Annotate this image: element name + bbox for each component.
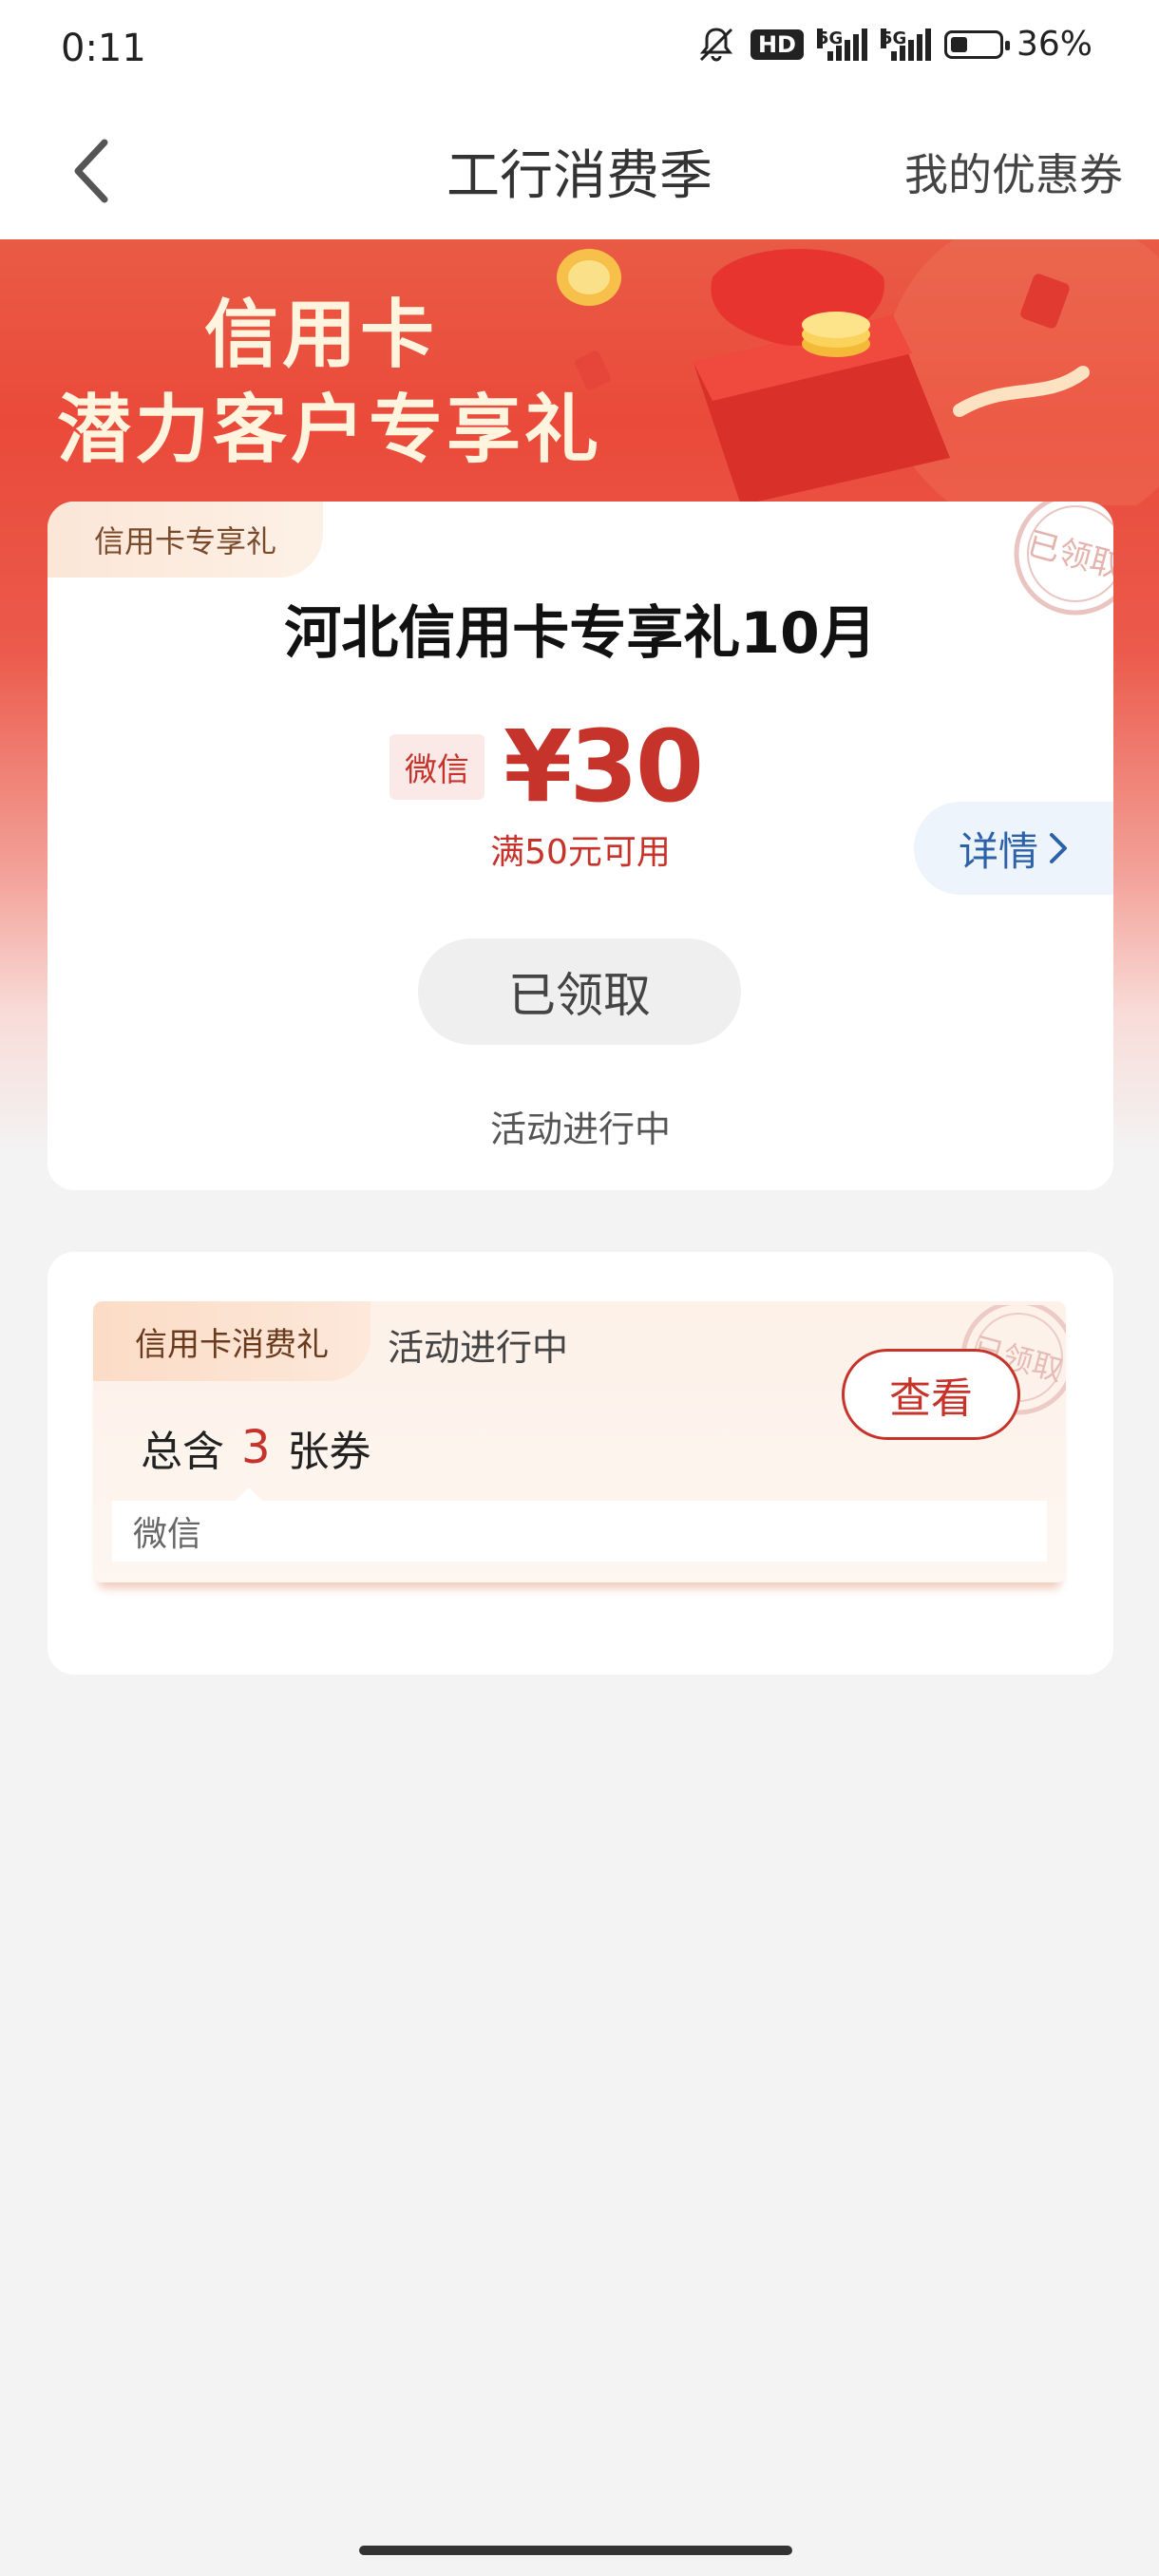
battery-icon <box>943 29 1010 59</box>
count-prefix: 总含 <box>141 1428 224 1476</box>
coupon-title: 河北信用卡专享礼10月 <box>284 600 877 667</box>
details-button[interactable]: 详情 <box>914 802 1113 895</box>
claimed-button[interactable]: 已领取 <box>418 938 741 1045</box>
gift-box-illustration <box>557 239 1159 505</box>
view-button[interactable]: 查看 <box>842 1349 1020 1440</box>
stamp-text: 已领取 <box>1023 524 1113 586</box>
pointer-arrow <box>236 1487 262 1501</box>
channel-strip: 微信 <box>112 1501 1047 1562</box>
signal-1-icon: 5G <box>816 28 867 61</box>
coupon-amount: ¥30 <box>504 709 704 824</box>
back-button[interactable] <box>66 133 124 209</box>
channel-tag: 微信 <box>390 733 484 800</box>
home-indicator[interactable] <box>359 2546 792 2555</box>
network-type-label: 5G <box>816 28 844 48</box>
coupon-count: 3 <box>241 1421 271 1474</box>
coupon-pack: 信用卡消费礼 活动进行中 已领取 查看 总含 3 张券 微信 <box>93 1301 1066 1582</box>
pack-category-tag: 信用卡消费礼 <box>93 1301 370 1381</box>
network-type-label: 5G <box>880 28 907 48</box>
status-icons: HD 5G 5G 36% <box>695 25 1092 64</box>
coupon-count-row: 总含 3 张券 <box>141 1417 371 1478</box>
coupon-pack-card: 信用卡消费礼 活动进行中 已领取 查看 总含 3 张券 微信 <box>48 1252 1113 1675</box>
activity-status: 活动进行中 <box>489 1108 671 1150</box>
status-time: 0:11 <box>61 27 146 70</box>
pack-status: 活动进行中 <box>388 1327 569 1369</box>
signal-2-icon: 5G <box>880 28 931 61</box>
bell-muted-icon <box>699 27 733 61</box>
price-row: 微信 ¥30 <box>390 709 704 824</box>
chevron-left-icon <box>74 139 108 203</box>
card-category-tag: 信用卡专享礼 <box>48 502 323 578</box>
hd-voice-badge: HD <box>750 28 804 60</box>
battery-percent: 36% <box>1016 25 1092 64</box>
coupon-card: 信用卡专享礼 已领取 河北信用卡专享礼10月 微信 ¥30 满50元可用 详情 … <box>48 502 1113 1190</box>
count-suffix: 张券 <box>287 1428 371 1476</box>
chevron-right-icon <box>1050 833 1067 863</box>
banner-title-line2: 潜力客户专享礼 <box>57 387 603 473</box>
details-label: 详情 <box>958 827 1038 875</box>
banner-title-line1: 信用卡 <box>204 292 439 378</box>
my-coupons-link[interactable]: 我的优惠券 <box>904 141 1123 203</box>
